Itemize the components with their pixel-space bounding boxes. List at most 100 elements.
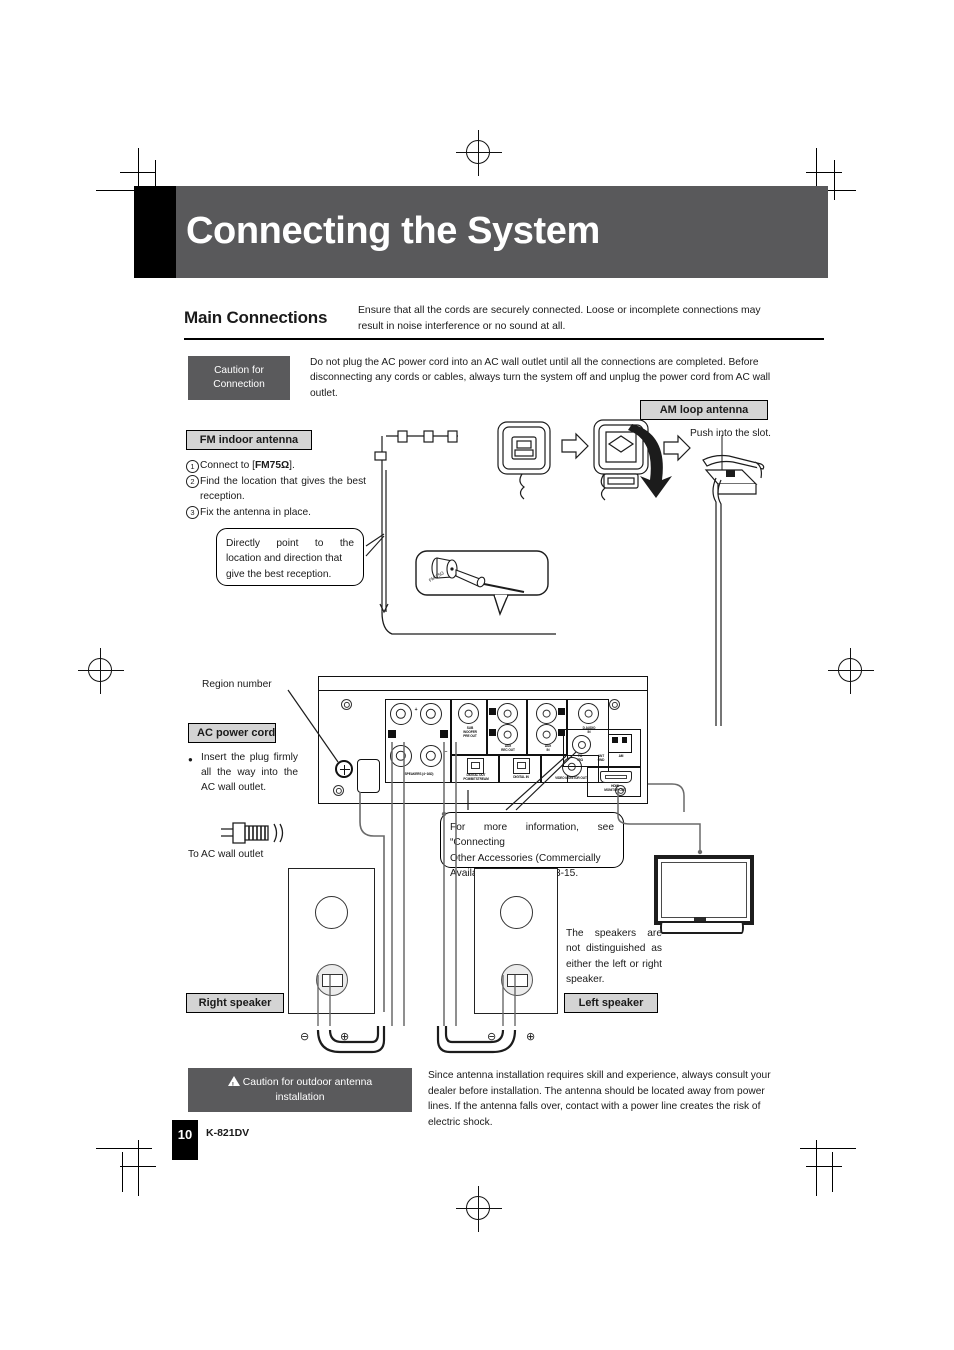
page-title: Connecting the System xyxy=(186,210,600,252)
info-line1: For more information, see “Connecting xyxy=(450,822,614,849)
rotate-arrow-icon xyxy=(628,424,672,498)
crop-mark xyxy=(122,1152,124,1192)
callout-fm-line1: Directly point to the xyxy=(226,538,354,549)
bullet-icon: ● xyxy=(188,755,193,764)
manual-page: Connecting the System Main Connections E… xyxy=(0,0,954,1350)
region-number-badge xyxy=(335,760,353,778)
caution-outdoor-label: Caution for outdoor antenna installation xyxy=(188,1068,412,1112)
caution-outdoor-line1: Caution for outdoor antenna xyxy=(188,1068,412,1093)
digital-out-optical-jack xyxy=(467,758,484,774)
hdmi-monitor-out-group: HDMI MONITOR OUT xyxy=(587,767,641,797)
right-speaker-cabinet xyxy=(288,868,375,1014)
label-digital-in: DIGITAL IN xyxy=(513,775,529,779)
label-ant-gnd-2: GND xyxy=(597,758,605,762)
label-speakers: SPEAKERS (4~16Ω) xyxy=(404,772,434,776)
channel-marker-l xyxy=(489,729,496,736)
registration-mark-bottom xyxy=(456,1186,502,1232)
crop-mark xyxy=(800,1148,856,1150)
crop-mark xyxy=(806,1166,842,1168)
caution-outdoor-text: Since antenna installation requires skil… xyxy=(428,1070,771,1128)
channel-marker-r xyxy=(388,730,396,738)
fm-step-3: 3 Fix the antenna in place. xyxy=(186,505,366,521)
screw-hole-icon xyxy=(333,785,344,796)
digital-in-optical-jack xyxy=(513,758,530,774)
main-connections-intro: Ensure that all the cords are securely c… xyxy=(358,305,761,332)
label-am: AM xyxy=(618,754,624,758)
speaker-note: The speakers are not distinguished as ei… xyxy=(566,928,662,986)
region-number-label: Region number xyxy=(202,679,272,690)
ac-plug-icon xyxy=(221,822,284,844)
aux-in-jack-l xyxy=(536,724,557,745)
crop-mark xyxy=(834,160,836,200)
caution-connection-text: Do not plug the AC power cord into an AC… xyxy=(310,357,771,399)
crop-mark xyxy=(806,172,842,174)
arrow-icon xyxy=(561,432,589,460)
step-number-icon: 2 xyxy=(186,475,199,489)
polarity-plus-icon: ⊕ xyxy=(340,1031,350,1043)
step-number-icon: 3 xyxy=(186,506,199,520)
fm-antenna-steps: 1 Connect to [FM75Ω]. 2 Find the location … xyxy=(186,458,366,520)
polarity-plus-icon: ⊕ xyxy=(526,1031,536,1043)
channel-marker-l xyxy=(440,730,448,738)
caution-outdoor-line2: installation xyxy=(275,1092,325,1103)
polarity-minus-icon: ⊖ xyxy=(487,1031,497,1043)
crop-mark xyxy=(120,172,156,174)
label-subwoofer-3: PRE OUT xyxy=(463,734,477,738)
subwoofer-pre-out-jack xyxy=(458,703,479,724)
speaker-terminal-block xyxy=(507,974,528,987)
chip-right-speaker: Right speaker xyxy=(186,993,284,1013)
chip-fm-indoor-antenna: FM indoor antenna xyxy=(186,430,312,450)
step-number-icon: 1 xyxy=(186,459,199,473)
callout-fm-line2: location and direction that xyxy=(226,553,343,565)
crop-mark xyxy=(816,1140,818,1196)
tv-screen xyxy=(661,862,747,918)
fm-antenna-jack xyxy=(572,735,591,754)
am-antenna-stage-3 xyxy=(702,454,765,495)
speaker-cone-icon xyxy=(500,896,533,929)
fm-connector-callout: FM 75Ω xyxy=(415,550,549,617)
chip-left-speaker: Left speaker xyxy=(564,993,658,1013)
crop-mark xyxy=(120,1166,156,1168)
am-antenna-stage-2 xyxy=(593,419,649,489)
am-push-note: Push into the slot. xyxy=(690,428,771,439)
info-line2: Other Accessories (Commercially xyxy=(450,852,601,864)
aux-in-jack-r xyxy=(536,703,557,724)
speaker-binding-post xyxy=(390,703,412,725)
tv-stand-base xyxy=(660,921,744,934)
digital-out-group: DIGITAL OUT PCM/BITSTREAM xyxy=(451,755,499,783)
registration-mark-top xyxy=(456,130,502,176)
am-antenna-terminal xyxy=(608,734,632,753)
section-heading-main-connections: Main Connections xyxy=(184,308,328,327)
left-speaker-cabinet xyxy=(474,868,558,1014)
subwoofer-group: SUB WOOFER PRE OUT xyxy=(451,699,487,755)
fm-step-2: 2 Find the location that gives the best r… xyxy=(186,474,366,505)
label-aux-in-2: IN xyxy=(546,748,550,752)
ac-power-note: ● Insert the plug firmly all the way int… xyxy=(188,750,298,795)
speaker-binding-post xyxy=(420,703,442,725)
aux-in-group: AUX IN xyxy=(527,699,567,755)
fm-step-1: 1 Connect to [FM75Ω]. xyxy=(186,458,366,474)
screw-hole-icon xyxy=(609,699,620,710)
label-minus: − xyxy=(444,749,448,755)
callout-fm-line3: give the best reception. xyxy=(226,568,332,580)
channel-marker-r xyxy=(489,708,496,715)
speaker-terminal-block xyxy=(322,974,343,987)
header-black-tab xyxy=(134,186,176,278)
label-fm-2: 75Ω xyxy=(577,758,583,762)
am-antenna-stage-1 xyxy=(497,421,551,475)
tv-monitor xyxy=(654,855,754,925)
caution-connection-label-line1: Caution for xyxy=(214,365,264,376)
callout-fm-direction: Directly point to the location and direc… xyxy=(216,528,364,586)
crop-mark xyxy=(96,1148,152,1150)
screw-hole-icon xyxy=(341,699,352,710)
label-aux-rec-2: REC OUT xyxy=(501,748,515,752)
d-audio-in-jack xyxy=(578,703,599,724)
registration-mark-left xyxy=(78,648,124,694)
chip-ac-power-cord: AC power cord xyxy=(188,723,276,743)
page-number: 10 xyxy=(177,1127,193,1142)
digital-in-group: DIGITAL IN xyxy=(499,755,541,783)
crop-mark xyxy=(138,1140,140,1196)
label-plus: + xyxy=(414,707,418,713)
label-digital-out-2: PCM/BITSTREAM xyxy=(463,777,489,781)
arrow-icon xyxy=(663,434,691,462)
